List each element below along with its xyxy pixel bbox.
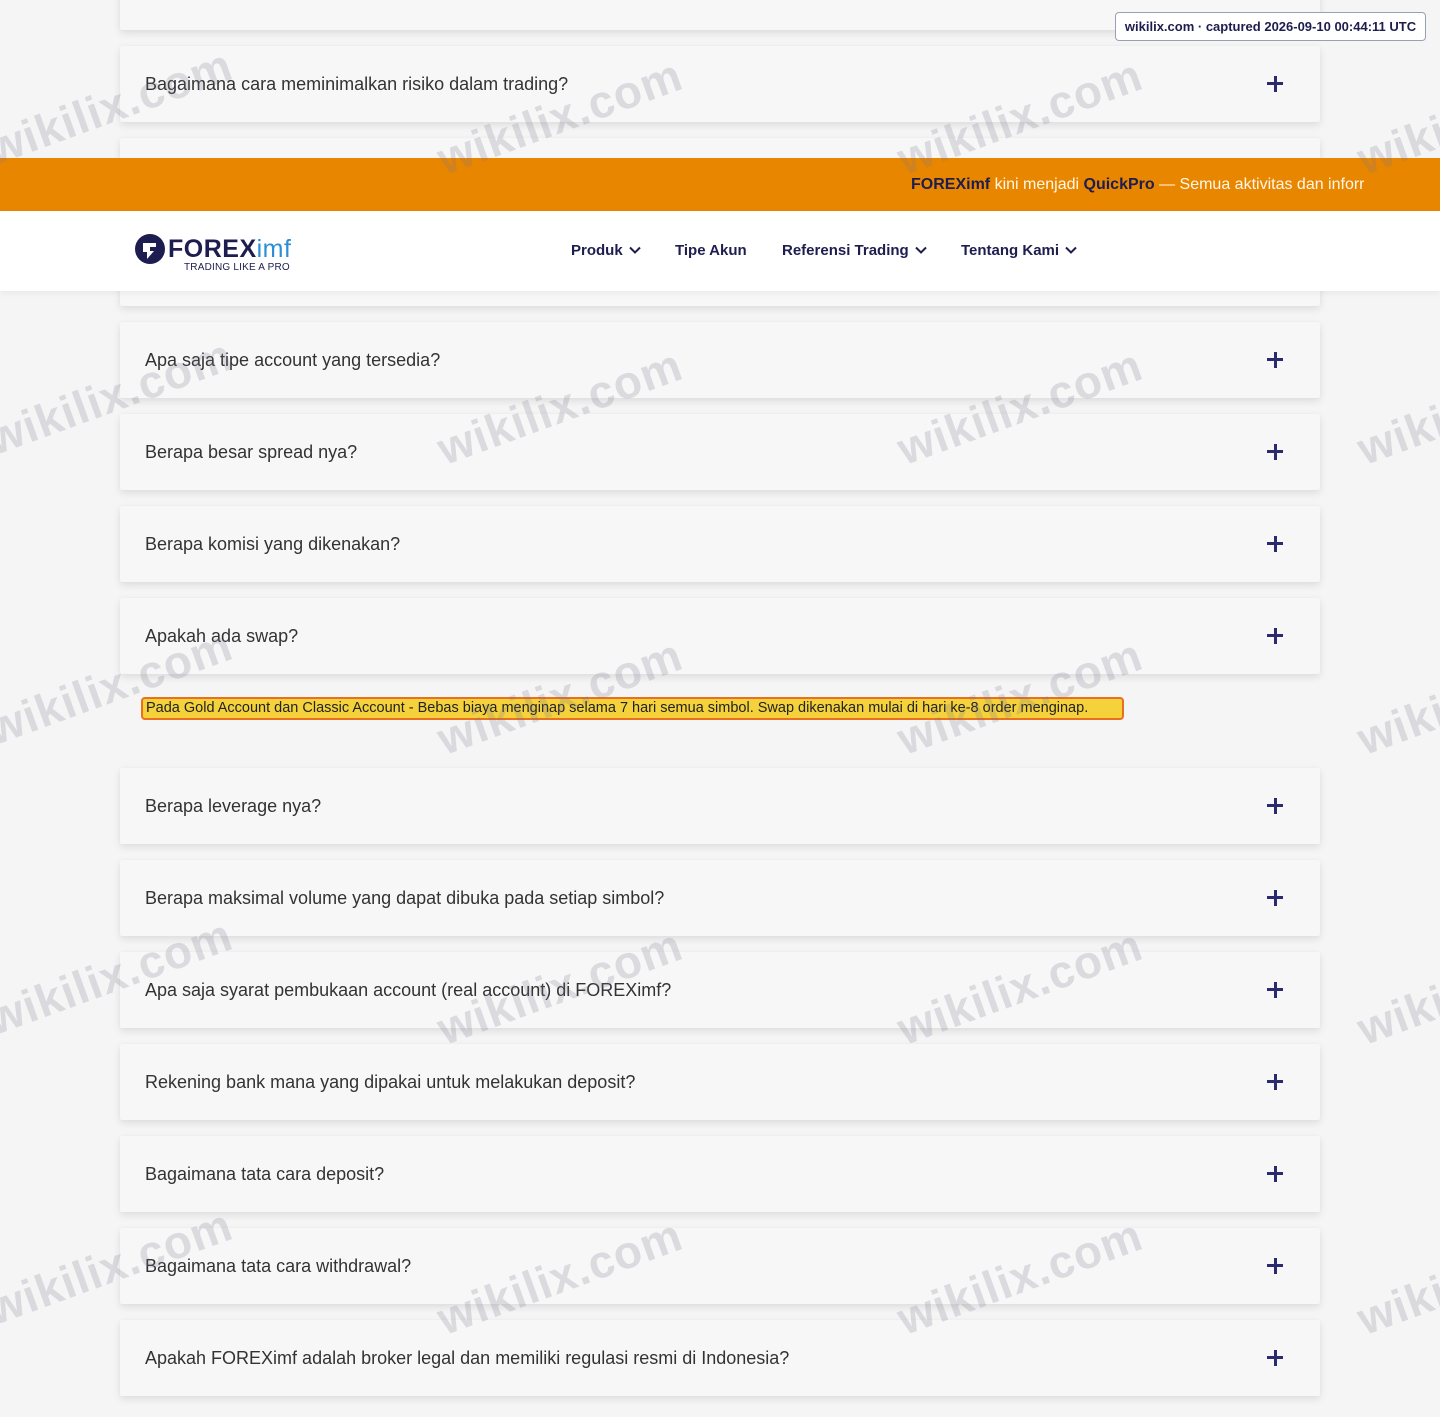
faq-question: Rekening bank mana yang dipakai untuk me…	[145, 1072, 636, 1092]
faq-item[interactable]: Berapa besar spread nya?	[120, 414, 1320, 490]
faq-item[interactable]: Bagaimana cara meminimalkan risiko dalam…	[120, 46, 1320, 122]
plus-icon[interactable]	[1265, 888, 1285, 908]
faq-item[interactable]: Rekening bank mana yang dipakai untuk me…	[120, 1044, 1320, 1120]
plus-icon[interactable]	[1265, 1348, 1285, 1368]
chevron-down-icon	[628, 246, 641, 254]
faq-item-expanded[interactable]: Apakah ada swap?	[120, 598, 1320, 674]
faq-question: Bagaimana tata cara withdrawal?	[145, 1256, 412, 1276]
plus-icon[interactable]	[1265, 626, 1285, 646]
nav-label: Referensi Trading	[782, 242, 909, 259]
watermark: wikilix.com	[1350, 918, 1440, 1055]
faq-question: Berapa maksimal volume yang dapat dibuka…	[145, 888, 665, 908]
faq-question: Apakah FOREXimf adalah broker legal dan …	[145, 1348, 790, 1368]
logo-wordmark: FOREXimf	[168, 235, 292, 263]
faq-question: Berapa besar spread nya?	[145, 442, 358, 462]
plus-icon[interactable]	[1265, 1164, 1285, 1184]
faq-question: Berapa leverage nya?	[145, 796, 322, 816]
nav-tipe-akun[interactable]: Tipe Akun	[675, 211, 747, 291]
site-header: FOREXimf TRADING LIKE A PRO Produk Tipe …	[0, 211, 1440, 291]
plus-icon[interactable]	[1265, 980, 1285, 1000]
watermark: wikilix.com	[1350, 338, 1440, 475]
faq-question: Berapa komisi yang dikenakan?	[145, 534, 401, 554]
faq-item[interactable]: Apakah FOREXimf adalah broker legal dan …	[120, 1320, 1320, 1396]
nav-label: Produk	[571, 242, 623, 259]
capture-stamp: wikilix.com · captured 2026-09-10 00:44:…	[1115, 12, 1426, 41]
logo-mark-icon	[135, 234, 165, 264]
nav-label: Tentang Kami	[961, 242, 1060, 259]
banner-text: — Semua aktivitas dan inforr	[1154, 176, 1364, 193]
site-logo[interactable]: FOREXimf TRADING LIKE A PRO	[134, 229, 294, 275]
chevron-down-icon	[1065, 246, 1077, 254]
plus-icon[interactable]	[1265, 350, 1285, 370]
plus-icon[interactable]	[1265, 74, 1285, 94]
watermark: wikilix.com	[1350, 628, 1440, 765]
plus-icon[interactable]	[1265, 534, 1285, 554]
faq-item[interactable]: Bagaimana tata cara deposit?	[120, 1136, 1320, 1212]
nav-produk[interactable]: Produk	[571, 211, 641, 291]
faq-question: Bagaimana cara meminimalkan risiko dalam…	[145, 74, 569, 94]
faq-item[interactable]: Berapa leverage nya?	[120, 768, 1320, 844]
watermark: wikilix.com	[1350, 1208, 1440, 1345]
faq-answer-swap: Pada Gold Account dan Classic Account - …	[141, 697, 1124, 720]
announcement-banner: FOREXimf kini menjadi QuickPro — Semua a…	[0, 158, 1440, 211]
brand-old: FOREXimf	[911, 176, 991, 193]
faq-question: Apa saja syarat pembukaan account (real …	[145, 980, 672, 1000]
faq-question: Apa saja tipe account yang tersedia?	[145, 350, 441, 370]
page: { "banner": { "brand_old": "FOREXimf", "…	[0, 0, 1440, 1417]
faq-item[interactable]: Berapa maksimal volume yang dapat dibuka…	[120, 860, 1320, 936]
logo-tagline: TRADING LIKE A PRO	[184, 262, 290, 273]
plus-icon[interactable]	[1265, 442, 1285, 462]
faq-item[interactable]: Apa saja tipe account yang tersedia?	[120, 322, 1320, 398]
nav-tentang-kami[interactable]: Tentang Kami	[961, 211, 1077, 291]
faq-question: Bagaimana tata cara deposit?	[145, 1164, 385, 1184]
plus-icon[interactable]	[1265, 796, 1285, 816]
faq-item[interactable]: Berapa komisi yang dikenakan?	[120, 506, 1320, 582]
banner-text: kini menjadi	[990, 176, 1084, 193]
faq-item[interactable]: Bagaimana tata cara withdrawal?	[120, 1228, 1320, 1304]
chevron-down-icon	[914, 246, 927, 254]
plus-icon[interactable]	[1265, 1256, 1285, 1276]
announcement-ticker: FOREXimf kini menjadi QuickPro — Semua a…	[911, 158, 1364, 211]
faq-question: Apakah ada swap?	[145, 626, 299, 646]
nav-referensi-trading[interactable]: Referensi Trading	[782, 211, 927, 291]
brand-new: QuickPro	[1083, 176, 1155, 193]
faq-item[interactable]: Apa saja syarat pembukaan account (real …	[120, 952, 1320, 1028]
nav-label: Tipe Akun	[675, 242, 747, 259]
plus-icon[interactable]	[1265, 1072, 1285, 1092]
